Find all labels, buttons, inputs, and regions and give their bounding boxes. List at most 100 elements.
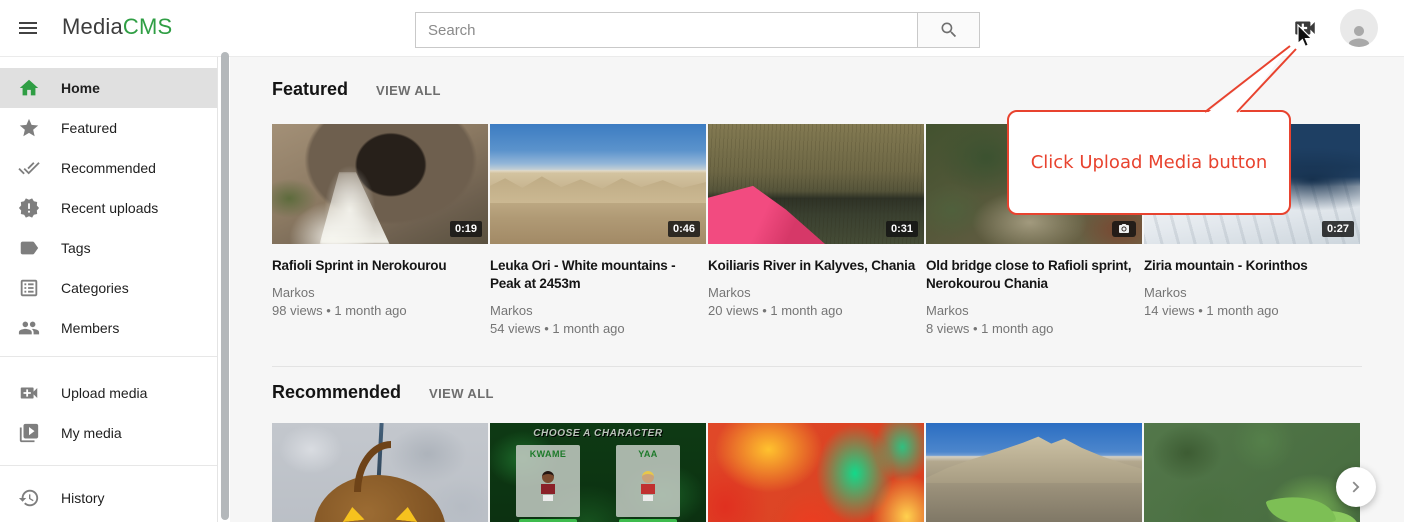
annotation-callout [1180,40,1310,116]
section-title: Recommended [272,382,401,403]
done-all-icon [18,157,40,179]
video-meta: 54 views • 1 month ago [490,321,706,336]
tag-icon [18,237,40,259]
sidebar: Home Featured Recommended Recent uploads… [0,57,218,522]
star-icon [18,117,40,139]
avatar[interactable] [1340,9,1378,47]
video-author[interactable]: Markos [926,303,1142,318]
sidebar-scrollbar-thumb[interactable] [221,52,229,520]
members-icon [18,317,40,339]
pumpkin-eye [341,506,364,522]
sidebar-item-label: My media [61,425,122,441]
video-thumbnail[interactable]: 0:19 [272,124,488,244]
sidebar-item-categories[interactable]: Categories [0,268,217,308]
camera-icon [1118,223,1130,235]
character-name: YAA [616,449,680,459]
video-card [1144,423,1360,522]
search-input[interactable] [415,12,917,48]
sidebar-item-featured[interactable]: Featured [0,108,217,148]
sidebar-item-members[interactable]: Members [0,308,217,348]
video-title[interactable]: Old bridge close to Rafioli sprint, Nero… [926,257,1142,293]
sidebar-item-label: Tags [61,240,91,256]
video-thumbnail[interactable]: 0:31 [708,124,924,244]
sidebar-item-home[interactable]: Home [0,68,217,108]
video-author[interactable]: Markos [272,285,488,300]
video-meta: 14 views • 1 month ago [1144,303,1360,318]
search-bar [415,12,980,48]
video-thumbnail[interactable] [708,423,924,522]
video-author[interactable]: Markos [1144,285,1360,300]
section-divider [272,366,1362,367]
sidebar-item-recommended[interactable]: Recommended [0,148,217,188]
view-all-link[interactable]: VIEW ALL [429,386,494,401]
video-card [708,423,924,522]
video-card: 0:31 Koiliaris River in Kalyves, Chania … [708,124,924,341]
video-card: 0:19 Rafioli Sprint in Nerokourou Markos… [272,124,488,341]
pumpkin-craft [314,475,446,522]
game-heading: CHOOSE A CHARACTER [490,428,706,439]
sidebar-item-upload-media[interactable]: Upload media [0,373,217,413]
character-sprite [641,471,655,501]
app-root: MediaCMS Home Featured Recommended [0,0,1404,522]
sidebar-item-label: Recent uploads [61,200,158,216]
video-thumbnail[interactable] [926,423,1142,522]
video-title[interactable]: Leuka Ori - White mountains - Peak at 24… [490,257,706,293]
sidebar-item-label: History [61,490,105,506]
sidebar-item-history[interactable]: History [0,478,217,518]
video-thumbnail[interactable] [1144,423,1360,522]
logo-cms: CMS [123,14,173,39]
video-thumbnail[interactable]: 0:46 [490,124,706,244]
character-panel: YAA [616,445,680,517]
history-icon [18,487,40,509]
video-author[interactable]: Markos [708,285,924,300]
categories-icon [18,277,40,299]
video-card: 0:46 Leuka Ori - White mountains - Peak … [490,124,706,341]
annotation-text: Click Upload Media button [1031,152,1268,173]
logo-media: Media [62,14,123,39]
sidebar-divider [0,465,217,466]
character-sprite [541,471,555,501]
sidebar-item-my-media[interactable]: My media [0,413,217,453]
duration-badge: 0:46 [668,221,700,237]
pumpkin-eye [395,506,418,522]
mouse-cursor [1297,24,1315,50]
upload-media-icon [18,382,40,404]
search-icon [939,20,959,40]
video-card [926,423,1142,522]
carousel-next-button[interactable] [1336,467,1376,507]
recommended-row: CHOOSE A CHARACTER KWAME YAA Selected Se… [272,423,1404,522]
video-thumbnail[interactable] [272,423,488,522]
video-title[interactable]: Koiliaris River in Kalyves, Chania [708,257,924,275]
menu-icon[interactable] [16,16,40,40]
video-card: CHOOSE A CHARACTER KWAME YAA Selected Se… [490,423,706,522]
home-icon [18,77,40,99]
pumpkin-stem [354,441,391,492]
new-releases-icon [18,197,40,219]
logo[interactable]: MediaCMS [62,14,172,40]
view-all-link[interactable]: VIEW ALL [376,83,441,98]
duration-badge: 0:19 [450,221,482,237]
video-meta: 8 views • 1 month ago [926,321,1142,336]
duration-badge: 0:31 [886,221,918,237]
my-media-icon [18,422,40,444]
recommended-section: Recommended VIEW ALL [272,382,1404,522]
video-title[interactable]: Ziria mountain - Korinthos [1144,257,1360,275]
video-thumbnail[interactable]: CHOOSE A CHARACTER KWAME YAA Selected Se… [490,423,706,522]
sidebar-item-label: Featured [61,120,117,136]
character-panel: KWAME [516,445,580,517]
video-meta: 20 views • 1 month ago [708,303,924,318]
sidebar-item-recent-uploads[interactable]: Recent uploads [0,188,217,228]
sidebar-item-label: Categories [61,280,129,296]
search-button[interactable] [917,12,980,48]
video-author[interactable]: Markos [490,303,706,318]
section-title: Featured [272,79,348,100]
character-name: KWAME [516,449,580,459]
sidebar-item-label: Home [61,80,100,96]
hamburger-icon [16,16,40,40]
sidebar-item-tags[interactable]: Tags [0,228,217,268]
video-title[interactable]: Rafioli Sprint in Nerokourou [272,257,488,275]
video-meta: 98 views • 1 month ago [272,303,488,318]
sidebar-item-label: Members [61,320,119,336]
annotation-tooltip: Click Upload Media button [1007,110,1291,215]
camera-badge [1112,221,1136,237]
